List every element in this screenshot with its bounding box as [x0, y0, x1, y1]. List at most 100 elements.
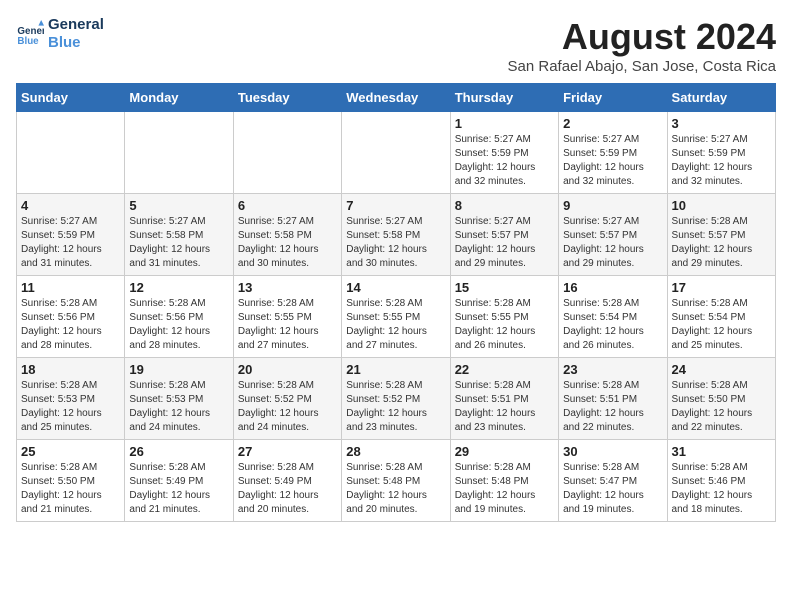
- day-number: 13: [238, 280, 337, 295]
- logo-icon: General Blue: [16, 20, 44, 48]
- day-number: 1: [455, 116, 554, 131]
- day-info: Sunrise: 5:28 AMSunset: 5:52 PMDaylight:…: [238, 379, 337, 435]
- day-number: 6: [238, 198, 337, 213]
- day-number: 25: [21, 444, 120, 459]
- calendar-cell-3-5: 15Sunrise: 5:28 AMSunset: 5:55 PMDayligh…: [450, 276, 558, 358]
- calendar-subtitle: San Rafael Abajo, San Jose, Costa Rica: [508, 58, 777, 75]
- day-info: Sunrise: 5:28 AMSunset: 5:48 PMDaylight:…: [455, 461, 554, 517]
- day-number: 14: [346, 280, 445, 295]
- calendar-cell-4-4: 21 Sunrise: 5:28 AMSunset: 5:52 PMDayligh…: [342, 358, 450, 440]
- day-info: Sunrise: 5:28 AMSunset: 5:47 PMDaylight:…: [563, 461, 662, 517]
- calendar-cell-4-1: 18Sunrise: 5:28 AMSunset: 5:53 PMDayligh…: [17, 358, 125, 440]
- day-info: Sunrise: 5:28 AMSunset: 5:54 PMDaylight:…: [563, 297, 662, 353]
- day-number: 21: [346, 362, 445, 377]
- calendar-cell-5-1: 25Sunrise: 5:28 AMSunset: 5:50 PMDayligh…: [17, 440, 125, 522]
- weekday-header-friday: Friday: [559, 84, 667, 112]
- day-info: Sunrise: 5:28 AMSunset: 5:50 PMDaylight:…: [672, 379, 771, 435]
- day-info: Sunrise: 5:28 AMSunset: 5:51 PMDaylight:…: [455, 379, 554, 435]
- day-info: Sunrise: 5:27 AMSunset: 5:58 PMDaylight:…: [129, 215, 228, 271]
- day-number: 12: [129, 280, 228, 295]
- week-row-4: 18 Sunrise: 5:28 AMSunset: 5:53 PMDayligh…: [17, 358, 776, 440]
- day-info: Sunrise: 5:27 AMSunset: 5:59 PMDaylight:…: [563, 133, 662, 189]
- weekday-header-thursday: Thursday: [450, 84, 558, 112]
- day-number: 18: [21, 362, 120, 377]
- day-info: Sunrise: 5:28 AMSunset: 5:51 PMDaylight:…: [563, 379, 662, 435]
- day-info: Sunrise: 5:28 AMSunset: 5:52 PMDaylight:…: [346, 379, 445, 435]
- day-info: Sunrise: 5:28 AMSunset: 5:49 PMDaylight:…: [129, 461, 228, 517]
- calendar-cell-2-2: 5 Sunrise: 5:27 AMSunset: 5:58 PMDaylight…: [125, 194, 233, 276]
- day-info: Sunrise: 5:28 AMSunset: 5:53 PMDaylight:…: [129, 379, 228, 435]
- calendar-cell-4-6: 23 Sunrise: 5:28 AMSunset: 5:51 PMDayligh…: [559, 358, 667, 440]
- calendar-cell-3-4: 14 Sunrise: 5:28 AMSunset: 5:55 PMDayligh…: [342, 276, 450, 358]
- calendar-cell-4-3: 20 Sunrise: 5:28 AMSunset: 5:52 PMDayligh…: [233, 358, 341, 440]
- calendar-cell-1-6: 2 Sunrise: 5:27 AMSunset: 5:59 PMDaylight…: [559, 112, 667, 194]
- day-number: 28: [346, 444, 445, 459]
- calendar-cell-5-4: 28Sunrise: 5:28 AMSunset: 5:48 PMDayligh…: [342, 440, 450, 522]
- day-number: 17: [672, 280, 771, 295]
- day-number: 16: [563, 280, 662, 295]
- calendar-cell-5-7: 31 Sunrise: 5:28 AMSunset: 5:46 PMDayligh…: [667, 440, 775, 522]
- day-number: 10: [672, 198, 771, 213]
- calendar-cell-2-5: 8Sunrise: 5:27 AMSunset: 5:57 PMDaylight…: [450, 194, 558, 276]
- day-info: Sunrise: 5:28 AMSunset: 5:56 PMDaylight:…: [129, 297, 228, 353]
- day-info: Sunrise: 5:28 AMSunset: 5:55 PMDaylight:…: [346, 297, 445, 353]
- calendar-cell-5-5: 29 Sunrise: 5:28 AMSunset: 5:48 PMDayligh…: [450, 440, 558, 522]
- weekday-header-row: SundayMondayTuesdayWednesdayThursdayFrid…: [17, 84, 776, 112]
- week-row-2: 4 Sunrise: 5:27 AMSunset: 5:59 PMDaylight…: [17, 194, 776, 276]
- day-info: Sunrise: 5:27 AMSunset: 5:58 PMDaylight:…: [346, 215, 445, 271]
- calendar-cell-5-6: 30 Sunrise: 5:28 AMSunset: 5:47 PMDayligh…: [559, 440, 667, 522]
- calendar-cell-5-2: 26Sunrise: 5:28 AMSunset: 5:49 PMDayligh…: [125, 440, 233, 522]
- calendar-cell-2-7: 10 Sunrise: 5:28 AMSunset: 5:57 PMDayligh…: [667, 194, 775, 276]
- calendar-cell-1-1: [17, 112, 125, 194]
- logo: General Blue General Blue: [16, 16, 104, 52]
- svg-text:Blue: Blue: [17, 36, 39, 47]
- day-number: 29: [455, 444, 554, 459]
- calendar-cell-1-4: [342, 112, 450, 194]
- day-info: Sunrise: 5:28 AMSunset: 5:57 PMDaylight:…: [672, 215, 771, 271]
- day-number: 9: [563, 198, 662, 213]
- day-number: 5: [129, 198, 228, 213]
- calendar-cell-1-2: [125, 112, 233, 194]
- day-number: 22: [455, 362, 554, 377]
- calendar-cell-1-5: 1 Sunrise: 5:27 AMSunset: 5:59 PMDaylight…: [450, 112, 558, 194]
- day-info: Sunrise: 5:28 AMSunset: 5:46 PMDaylight:…: [672, 461, 771, 517]
- calendar-title: August 2024: [508, 16, 777, 58]
- calendar-cell-2-6: 9 Sunrise: 5:27 AMSunset: 5:57 PMDaylight…: [559, 194, 667, 276]
- day-number: 30: [563, 444, 662, 459]
- calendar-cell-5-3: 27 Sunrise: 5:28 AMSunset: 5:49 PMDayligh…: [233, 440, 341, 522]
- calendar-cell-2-4: 7 Sunrise: 5:27 AMSunset: 5:58 PMDaylight…: [342, 194, 450, 276]
- day-number: 4: [21, 198, 120, 213]
- calendar-cell-3-3: 13Sunrise: 5:28 AMSunset: 5:55 PMDayligh…: [233, 276, 341, 358]
- weekday-header-saturday: Saturday: [667, 84, 775, 112]
- day-number: 2: [563, 116, 662, 131]
- day-number: 7: [346, 198, 445, 213]
- day-number: 15: [455, 280, 554, 295]
- logo-general: General: [48, 16, 104, 34]
- calendar-table: SundayMondayTuesdayWednesdayThursdayFrid…: [16, 83, 776, 522]
- day-info: Sunrise: 5:27 AMSunset: 5:57 PMDaylight:…: [563, 215, 662, 271]
- day-number: 31: [672, 444, 771, 459]
- calendar-cell-4-2: 19 Sunrise: 5:28 AMSunset: 5:53 PMDayligh…: [125, 358, 233, 440]
- day-number: 20: [238, 362, 337, 377]
- day-number: 23: [563, 362, 662, 377]
- day-info: Sunrise: 5:27 AMSunset: 5:59 PMDaylight:…: [21, 215, 120, 271]
- day-info: Sunrise: 5:27 AMSunset: 5:59 PMDaylight:…: [672, 133, 771, 189]
- day-info: Sunrise: 5:28 AMSunset: 5:49 PMDaylight:…: [238, 461, 337, 517]
- calendar-cell-3-7: 17 Sunrise: 5:28 AMSunset: 5:54 PMDayligh…: [667, 276, 775, 358]
- calendar-cell-4-5: 22 Sunrise: 5:28 AMSunset: 5:51 PMDayligh…: [450, 358, 558, 440]
- logo-blue: Blue: [48, 34, 104, 52]
- day-info: Sunrise: 5:28 AMSunset: 5:54 PMDaylight:…: [672, 297, 771, 353]
- day-number: 27: [238, 444, 337, 459]
- calendar-cell-1-7: 3Sunrise: 5:27 AMSunset: 5:59 PMDaylight…: [667, 112, 775, 194]
- calendar-cell-2-3: 6Sunrise: 5:27 AMSunset: 5:58 PMDaylight…: [233, 194, 341, 276]
- week-row-3: 11 Sunrise: 5:28 AMSunset: 5:56 PMDayligh…: [17, 276, 776, 358]
- calendar-cell-4-7: 24Sunrise: 5:28 AMSunset: 5:50 PMDayligh…: [667, 358, 775, 440]
- weekday-header-monday: Monday: [125, 84, 233, 112]
- day-number: 19: [129, 362, 228, 377]
- calendar-cell-2-1: 4 Sunrise: 5:27 AMSunset: 5:59 PMDaylight…: [17, 194, 125, 276]
- week-row-5: 25Sunrise: 5:28 AMSunset: 5:50 PMDayligh…: [17, 440, 776, 522]
- day-number: 11: [21, 280, 120, 295]
- day-info: Sunrise: 5:27 AMSunset: 5:59 PMDaylight:…: [455, 133, 554, 189]
- calendar-title-block: August 2024 San Rafael Abajo, San Jose, …: [508, 16, 777, 75]
- weekday-header-sunday: Sunday: [17, 84, 125, 112]
